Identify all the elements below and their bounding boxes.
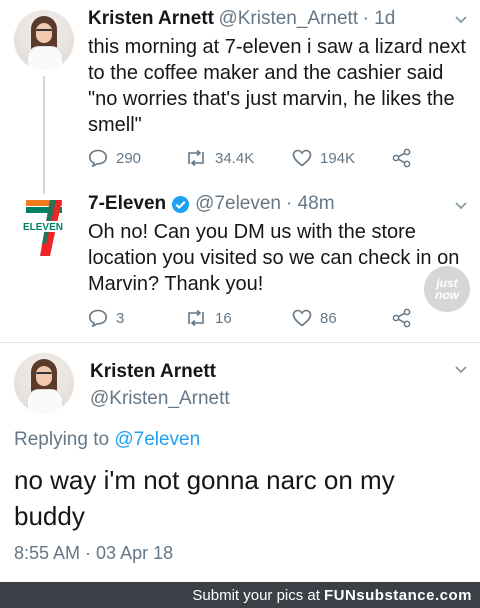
tweet1-text-line: this morning at 7-eleven i saw a lizard …: [88, 36, 466, 58]
thread-line: [43, 182, 45, 194]
tweet2-text-line: Oh no! Can you DM us with the store: [88, 221, 416, 243]
tweet1-time[interactable]: · 1d: [363, 8, 396, 29]
just-now-watermark: just now: [424, 266, 470, 312]
chevron-down-icon[interactable]: [455, 366, 467, 374]
tweet2-author-handle[interactable]: @7eleven: [195, 193, 281, 215]
heart-icon: [292, 309, 312, 327]
tweet3-text-line: no way i'm not gonna narc on my: [14, 465, 395, 495]
tweet1-text-line: "no worries that's just marvin, he likes…: [88, 88, 455, 110]
avatar-kristen-arnett[interactable]: [14, 10, 74, 70]
reply-button[interactable]: 3: [88, 309, 185, 327]
tweet3-text-line: buddy: [14, 501, 85, 531]
tweet2-text-line: location you visited so we can check in …: [88, 247, 460, 269]
seven-eleven-logo-text: ELEVEN: [23, 222, 63, 233]
tweet1-text-line: smell": [88, 114, 142, 136]
reply-icon: [88, 309, 108, 327]
like-button[interactable]: 194K: [292, 149, 392, 167]
watermark-line: now: [435, 288, 459, 302]
footer-banner: Submit your pics at FUNsubstance.com: [0, 582, 480, 608]
like-count: 194K: [320, 149, 356, 167]
reply-button[interactable]: 290: [88, 149, 185, 167]
retweet-button[interactable]: 34.4K: [185, 150, 292, 167]
footer-brand[interactable]: FUNsubstance.com: [324, 587, 472, 604]
divider: [0, 342, 480, 343]
retweet-count: 16: [215, 309, 232, 327]
verified-badge-icon: [172, 195, 190, 213]
reply-count: 3: [116, 309, 125, 327]
replying-to: Replying to @7eleven: [14, 429, 200, 451]
tweet3-author-handle[interactable]: @Kristen_Arnett: [90, 388, 230, 410]
avatar-kristen-arnett[interactable]: [14, 353, 74, 413]
tweet2-time[interactable]: · 48m: [286, 193, 335, 215]
tweet1-text: this morning at 7-eleven i saw a lizard …: [88, 34, 468, 138]
tweet1-header: Kristen Arnett @Kristen_Arnett · 1d: [88, 8, 395, 30]
replying-to-handle[interactable]: @7eleven: [114, 429, 200, 450]
tweet3-timestamp[interactable]: 8:55 AM · 03 Apr 18: [14, 543, 173, 564]
replying-to-prefix: Replying to: [14, 429, 115, 450]
retweet-icon: [188, 310, 204, 326]
chevron-down-icon[interactable]: [455, 16, 467, 24]
like-button[interactable]: 86: [292, 309, 392, 327]
tweet1-actions: 290 34.4K 194K: [88, 148, 412, 168]
tweet1-author-handle[interactable]: @Kristen_Arnett: [218, 8, 358, 29]
heart-icon: [292, 149, 312, 167]
tweet3-text: no way i'm not gonna narc on my buddy: [14, 462, 395, 534]
tweet2-author-name[interactable]: 7-Eleven: [88, 193, 166, 215]
share-icon: [392, 308, 411, 328]
tweet2-actions: 3 16 86: [88, 308, 412, 328]
reply-count: 290: [116, 149, 142, 167]
tweet2-text: Oh no! Can you DM us with the store loca…: [88, 219, 468, 297]
seven-eleven-logo-icon: ELEVEN: [20, 200, 66, 256]
chevron-down-icon[interactable]: [455, 202, 467, 210]
retweet-button[interactable]: 16: [185, 310, 292, 327]
tweet2-text-line: Marvin? Thank you!: [88, 273, 264, 295]
share-button[interactable]: [392, 308, 412, 328]
tweet1-author-name[interactable]: Kristen Arnett: [88, 8, 214, 29]
retweet-icon: [188, 150, 204, 166]
reply-icon: [88, 149, 108, 167]
tweet1-text-line: to the coffee maker and the cashier said: [88, 62, 444, 84]
tweet3-author-name[interactable]: Kristen Arnett: [90, 361, 216, 383]
thread-line: [43, 76, 45, 182]
like-count: 86: [320, 309, 337, 327]
tweet2-header: 7-Eleven @7eleven · 48m: [88, 193, 335, 215]
retweet-count: 34.4K: [215, 149, 255, 167]
seven-eleven-logo[interactable]: ELEVEN: [20, 198, 70, 258]
share-button[interactable]: [392, 148, 412, 168]
footer-prefix: Submit your pics at: [192, 586, 320, 604]
share-icon: [392, 148, 411, 168]
